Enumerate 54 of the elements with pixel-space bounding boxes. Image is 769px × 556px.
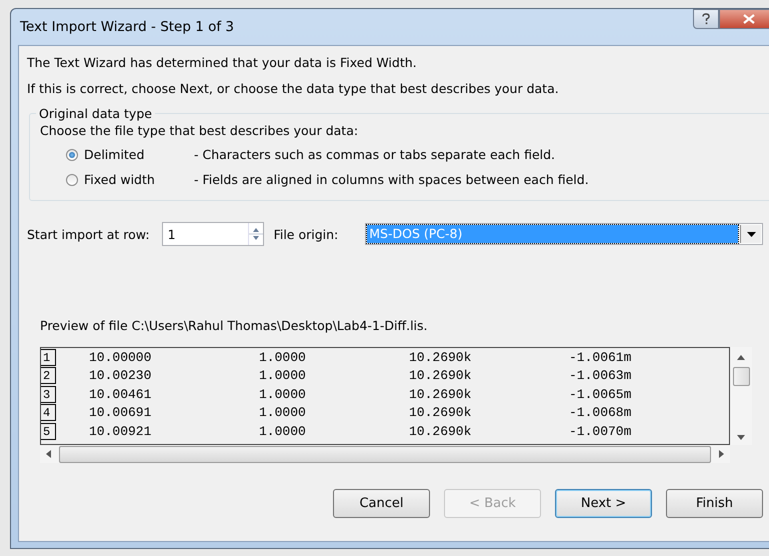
preview-cell-text: 10.2690k <box>409 350 472 365</box>
preview-cell-text: 10.00000 <box>89 350 152 365</box>
preview-cell-text: 1.0000 <box>259 386 307 402</box>
preview-cell-text: 1.0000 <box>259 405 307 420</box>
preview-cell-text: 1.0000 <box>259 368 307 384</box>
scroll-thumb[interactable] <box>732 367 750 386</box>
dialog-button[interactable]: Cancel <box>333 489 430 518</box>
preview-cell-text: 10.00461 <box>89 386 152 402</box>
dialog-button[interactable]: Next > <box>555 489 652 518</box>
vertical-scrollbar[interactable] <box>730 347 752 445</box>
preview-cell: -1.0068m <box>569 405 632 420</box>
preview-label: Preview of file C:\Users\Rahul Thomas\Desktop\Lab4-1-Diff.lis. <box>40 318 429 333</box>
preview-cell-text: 10.00921 <box>89 424 152 439</box>
group-legend: Original data type <box>36 106 155 121</box>
scroll-up-icon <box>737 355 745 360</box>
row-number: 3 <box>41 386 56 403</box>
preview-cell-text: 10.2690k <box>409 368 472 384</box>
row-number: 5 <box>41 422 56 440</box>
dialog-button[interactable]: Finish <box>666 489 763 518</box>
radio-button[interactable] <box>66 148 78 160</box>
option-description: - Fields are aligned in columns with spaces between each field. <box>194 172 589 187</box>
help-button[interactable] <box>693 9 719 29</box>
preview-cell: -1.0065m <box>569 386 632 402</box>
instruction-text: If this is correct, choose Next, or choose the data type that best describes your data. <box>27 80 560 97</box>
start-row-label: Start import at row: <box>27 226 150 242</box>
preview-cell-text: 10.2690k <box>409 386 472 402</box>
prompt-text: Choose the file type that best describes your data: <box>40 123 360 138</box>
scroll-right-icon <box>719 450 724 458</box>
option-label[interactable]: Delimited <box>84 147 194 162</box>
row-number: 4 <box>41 404 56 422</box>
preview-cell: -1.0063m <box>569 368 632 384</box>
preview-cell: -1.0070m <box>569 424 632 439</box>
option-description: - Characters such as commas or tabs separate each field. <box>194 147 556 162</box>
option-label[interactable]: Fixed width <box>84 172 194 187</box>
preview-cell-text: 1.0000 <box>259 350 307 365</box>
window-title: Text Import Wizard - Step 1 of 3 <box>19 19 234 35</box>
scroll-left-icon <box>46 450 51 458</box>
preview-cell-text: 10.2690k <box>409 424 472 439</box>
preview-cell-text: 10.00691 <box>89 405 152 420</box>
preview-cell-text: 1.0000 <box>259 424 307 439</box>
close-icon <box>743 14 755 24</box>
caret-icon <box>746 232 756 236</box>
row-number: 1 <box>41 348 56 366</box>
scroll-down-icon <box>737 435 745 440</box>
preview-cell-text: 10.00230 <box>89 368 152 384</box>
preview-cell-text: 10.2690k <box>409 405 472 420</box>
preview-cell: -1.0061m <box>569 350 632 365</box>
start-row-spinner[interactable]: 1 <box>162 222 264 246</box>
instruction-text: The Text Wizard has determined that your data is Fixed Width. <box>27 54 418 71</box>
close-button[interactable] <box>719 9 769 29</box>
row-number: 2 <box>41 367 56 384</box>
help-icon <box>701 13 711 25</box>
file-origin-label: File origin: <box>274 226 338 242</box>
radio-button[interactable] <box>66 174 78 186</box>
